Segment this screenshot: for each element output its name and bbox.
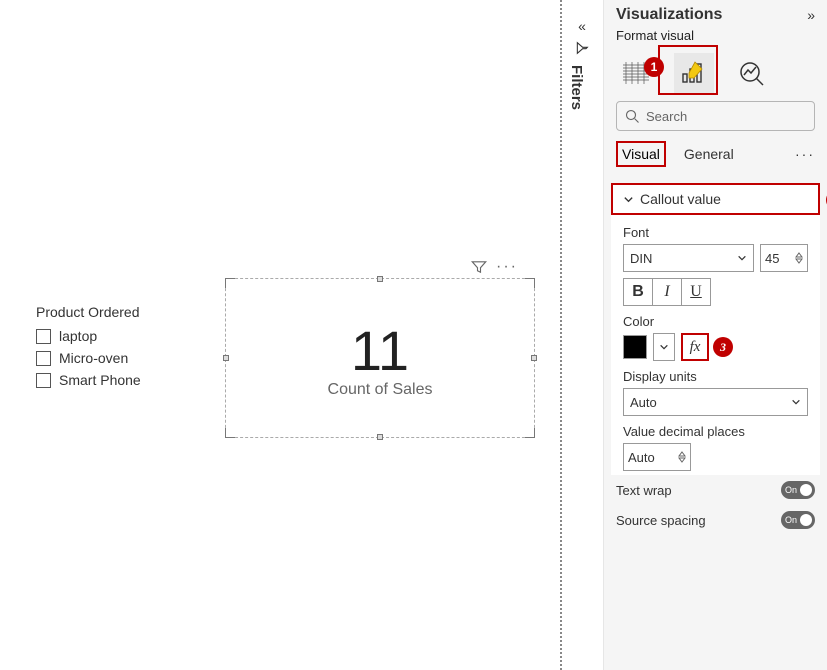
slicer-option[interactable]: Micro-oven xyxy=(36,350,196,366)
checkbox-icon[interactable] xyxy=(36,329,51,344)
display-units-value: Auto xyxy=(630,395,657,410)
text-wrap-row: Text wrap On xyxy=(604,475,827,505)
pane-title: Visualizations xyxy=(616,6,722,24)
decimal-places-label: Value decimal places xyxy=(623,424,808,439)
more-options-icon[interactable]: ··· xyxy=(496,258,518,276)
analytics-icon xyxy=(738,60,766,86)
group-callout-value[interactable]: Callout value 2 xyxy=(611,183,820,215)
section-label: Format visual xyxy=(604,26,827,47)
format-visual-tab[interactable] xyxy=(674,53,714,93)
font-size-value: 45 xyxy=(765,251,779,266)
filters-label: Filters xyxy=(568,65,585,110)
toggle-state: On xyxy=(785,485,797,495)
card-visual[interactable]: 11 Count of Sales xyxy=(225,278,535,438)
stepper-arrows[interactable] xyxy=(678,451,686,463)
underline-button[interactable]: U xyxy=(681,278,711,306)
group-label: Callout value xyxy=(640,191,721,207)
decimal-places-stepper[interactable]: Auto xyxy=(623,443,691,471)
visual-header-icons: ··· xyxy=(470,258,518,276)
resize-handle[interactable] xyxy=(225,428,235,438)
expand-icon[interactable]: » xyxy=(807,7,815,23)
slicer-option-label: Smart Phone xyxy=(59,372,141,388)
decimal-places-value: Auto xyxy=(628,450,655,465)
more-options-icon[interactable]: ··· xyxy=(795,146,815,162)
text-wrap-toggle[interactable]: On xyxy=(781,481,815,499)
visualizations-pane: Visualizations » Format visual 1 xyxy=(603,0,827,670)
pane-splitter[interactable] xyxy=(560,0,562,670)
display-units-label: Display units xyxy=(623,369,808,384)
resize-handle[interactable] xyxy=(225,278,235,288)
italic-button[interactable]: I xyxy=(652,278,682,306)
chevron-down-icon xyxy=(659,342,669,352)
collapse-icon[interactable]: « xyxy=(568,18,596,34)
slicer-title: Product Ordered xyxy=(36,304,196,320)
slicer-option-label: Micro-oven xyxy=(59,350,128,366)
filter-icon[interactable] xyxy=(470,258,488,276)
resize-handle[interactable] xyxy=(525,278,535,288)
source-spacing-label: Source spacing xyxy=(616,513,706,528)
slicer-option-label: laptop xyxy=(59,328,97,344)
stepper-arrows[interactable] xyxy=(795,252,803,264)
color-dropdown[interactable] xyxy=(653,333,675,361)
resize-handle[interactable] xyxy=(377,434,383,440)
resize-handle[interactable] xyxy=(223,355,229,361)
slicer-product-ordered[interactable]: Product Ordered laptop Micro-oven Smart … xyxy=(36,304,196,394)
resize-handle[interactable] xyxy=(531,355,537,361)
color-swatch[interactable] xyxy=(623,335,647,359)
text-wrap-label: Text wrap xyxy=(616,483,672,498)
analytics-tab[interactable] xyxy=(732,53,772,93)
font-size-stepper[interactable]: 45 xyxy=(760,244,808,272)
search-input[interactable]: Search xyxy=(616,101,815,131)
fx-label: fx xyxy=(690,339,701,356)
report-canvas: Product Ordered laptop Micro-oven Smart … xyxy=(0,0,560,670)
chevron-down-icon xyxy=(623,194,634,205)
font-label: Font xyxy=(623,225,808,240)
chevron-down-icon xyxy=(737,253,747,263)
font-family-dropdown[interactable]: DIN xyxy=(623,244,754,272)
source-spacing-toggle[interactable]: On xyxy=(781,511,815,529)
filters-pane-collapsed[interactable]: « Filters xyxy=(568,18,596,110)
slicer-option[interactable]: laptop xyxy=(36,328,196,344)
search-placeholder: Search xyxy=(646,109,687,124)
callout-value-body: Font DIN 45 B I U Color xyxy=(611,215,820,475)
search-icon xyxy=(625,109,640,124)
resize-handle[interactable] xyxy=(377,276,383,282)
card-subtitle: Count of Sales xyxy=(328,381,433,399)
tab-general[interactable]: General xyxy=(680,143,738,165)
filter-icon xyxy=(574,40,590,56)
conditional-formatting-button[interactable]: fx 3 xyxy=(681,333,709,361)
tab-visual[interactable]: Visual xyxy=(616,141,666,167)
bold-button[interactable]: B xyxy=(623,278,653,306)
annotation-badge-1: 1 xyxy=(644,57,664,77)
color-label: Color xyxy=(623,314,808,329)
source-spacing-row: Source spacing On xyxy=(604,505,827,535)
card-value: 11 xyxy=(351,318,409,383)
checkbox-icon[interactable] xyxy=(36,373,51,388)
slicer-option[interactable]: Smart Phone xyxy=(36,372,196,388)
toggle-state: On xyxy=(785,515,797,525)
format-tabs: 1 xyxy=(604,47,827,93)
format-subtabs: Visual General ··· xyxy=(604,139,827,169)
resize-handle[interactable] xyxy=(525,428,535,438)
paint-chart-icon xyxy=(680,60,708,86)
annotation-badge-3: 3 xyxy=(713,337,733,357)
chevron-down-icon xyxy=(791,397,801,407)
display-units-dropdown[interactable]: Auto xyxy=(623,388,808,416)
font-style-group: B I U xyxy=(623,278,808,306)
checkbox-icon[interactable] xyxy=(36,351,51,366)
font-family-value: DIN xyxy=(630,251,652,266)
